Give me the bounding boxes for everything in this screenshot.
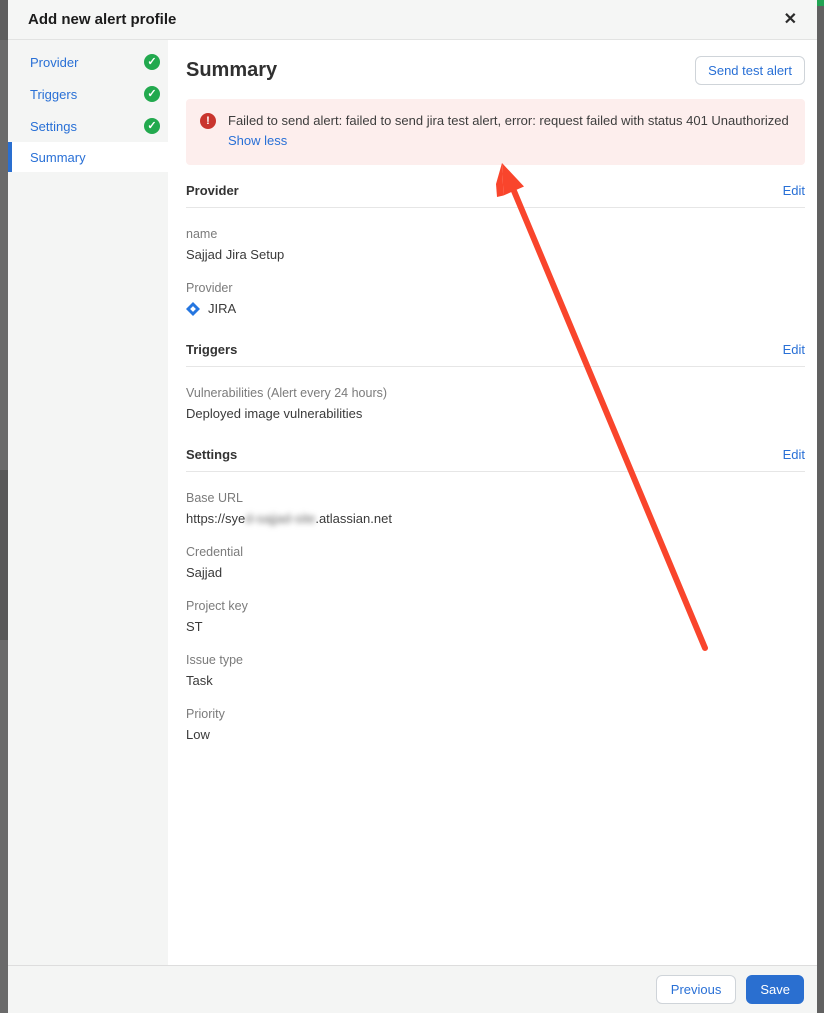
- section-title-triggers: Triggers: [186, 342, 238, 358]
- edit-triggers-link[interactable]: Edit: [783, 342, 805, 357]
- summary-content: Summary Send test alert ! Failed to send…: [168, 40, 817, 965]
- sidebar-item-label: Summary: [30, 149, 86, 165]
- field-name: name Sajjad Jira Setup: [186, 227, 285, 263]
- background-page-right-edge: [817, 0, 824, 1013]
- sidebar-item-triggers[interactable]: Triggers ✓: [8, 78, 168, 110]
- divider: [186, 366, 805, 368]
- sidebar-item-label: Settings: [30, 118, 77, 134]
- section-title-provider: Provider: [186, 183, 239, 199]
- divider: [186, 471, 805, 473]
- jira-icon: [186, 301, 200, 316]
- sidebar-item-summary[interactable]: Summary: [8, 142, 168, 172]
- modal-body: Provider ✓ Triggers ✓ Settings ✓ Summary…: [8, 40, 817, 965]
- sidebar-item-settings[interactable]: Settings ✓: [8, 110, 168, 142]
- previous-button[interactable]: Previous: [655, 975, 737, 1004]
- section-title-settings: Settings: [186, 447, 238, 463]
- error-message: Failed to send alert: failed to send jir…: [228, 111, 789, 151]
- wizard-sidebar: Provider ✓ Triggers ✓ Settings ✓ Summary: [8, 40, 168, 965]
- field-priority: Priority Low: [186, 707, 225, 743]
- edit-provider-link[interactable]: Edit: [783, 183, 805, 198]
- field-project-key: Project key ST: [186, 599, 248, 635]
- add-alert-profile-modal: Add new alert profile ✕ Provider ✓ Trigg…: [8, 0, 817, 1013]
- sidebar-item-label: Provider: [30, 54, 79, 70]
- field-provider: Provider JIRA: [186, 281, 237, 317]
- field-issue-type: Issue type Task: [186, 653, 243, 689]
- close-icon[interactable]: ✕: [780, 8, 801, 32]
- field-credential: Credential Sajjad: [186, 545, 243, 581]
- sidebar-item-label: Triggers: [30, 86, 78, 102]
- page-title: Summary: [186, 59, 278, 81]
- modal-title: Add new alert profile: [28, 11, 177, 28]
- error-icon: !: [200, 113, 216, 129]
- modal-footer: Previous Save: [8, 965, 817, 1013]
- check-circle-icon: ✓: [144, 118, 160, 134]
- field-base-url: Base URL https://syed-sajjad-site.atlass…: [186, 491, 392, 527]
- edit-settings-link[interactable]: Edit: [783, 447, 805, 462]
- show-less-link[interactable]: Show less: [228, 133, 287, 148]
- base-url-suffix: .atlassian.net: [315, 511, 392, 527]
- divider: [186, 207, 805, 209]
- modal-header: Add new alert profile ✕: [8, 0, 817, 40]
- provider-value: JIRA: [208, 301, 237, 317]
- screen: Add new alert profile ✕ Provider ✓ Trigg…: [0, 0, 824, 1013]
- base-url-prefix: https://sye: [186, 511, 246, 527]
- check-circle-icon: ✓: [144, 54, 160, 70]
- check-circle-icon: ✓: [144, 86, 160, 102]
- sidebar-item-provider[interactable]: Provider ✓: [8, 46, 168, 78]
- send-test-alert-button[interactable]: Send test alert: [695, 56, 805, 85]
- save-button[interactable]: Save: [746, 975, 804, 1004]
- field-vulnerabilities: Vulnerabilities (Alert every 24 hours) D…: [186, 386, 388, 422]
- background-page-corner: [817, 0, 824, 6]
- error-message-text: Failed to send alert: failed to send jir…: [228, 113, 789, 128]
- error-banner: ! Failed to send alert: failed to send j…: [186, 99, 805, 166]
- background-page-left-edge: [0, 0, 8, 1013]
- base-url-redacted: d-sajjad-site: [245, 511, 316, 527]
